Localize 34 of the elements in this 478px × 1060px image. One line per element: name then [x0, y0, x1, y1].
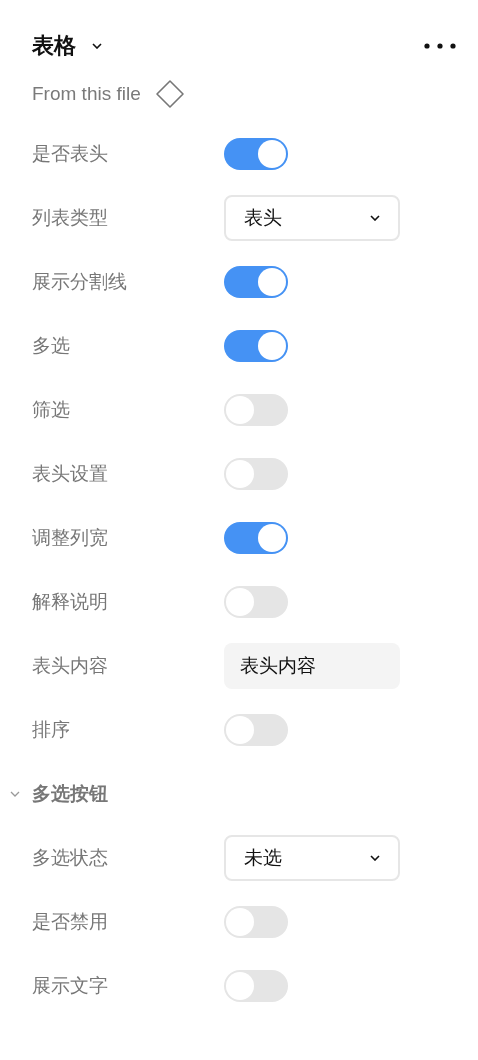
panel-title: 表格 — [32, 32, 76, 60]
toggle-switch[interactable] — [224, 330, 288, 362]
property-label: 调整列宽 — [32, 525, 109, 550]
property-label: 是否表头 — [32, 141, 109, 166]
toggle-switch[interactable] — [224, 586, 288, 618]
property-label: 多选 — [32, 333, 71, 358]
toggle-switch[interactable] — [224, 714, 288, 746]
component-icon — [154, 79, 185, 109]
toggle-switch[interactable] — [224, 138, 288, 170]
toggle-switch[interactable] — [224, 394, 288, 426]
toggle-switch[interactable] — [224, 906, 288, 938]
property-label: 展示文字 — [32, 973, 109, 998]
section-title[interactable]: 多选按钮 — [32, 781, 108, 807]
property-label: 列表类型 — [32, 205, 109, 230]
property-label: 多选状态 — [32, 845, 109, 870]
text-field[interactable]: 表头内容 — [224, 643, 400, 689]
more-icon[interactable] — [424, 43, 456, 49]
toggle-switch[interactable] — [224, 522, 288, 554]
property-label: 表头设置 — [32, 461, 109, 486]
chevron-down-icon[interactable] — [92, 43, 102, 49]
property-label: 筛选 — [32, 397, 71, 422]
property-label: 展示分割线 — [32, 269, 128, 294]
toggle-switch[interactable] — [224, 970, 288, 1002]
chevron-down-icon — [370, 215, 380, 221]
property-label: 解释说明 — [32, 589, 109, 614]
toggle-switch[interactable] — [224, 458, 288, 490]
dropdown[interactable]: 未选 — [224, 835, 400, 881]
property-label: 表头内容 — [32, 653, 109, 678]
property-label: 排序 — [32, 717, 71, 742]
chevron-down-icon — [370, 855, 380, 861]
source-label: From this file — [32, 83, 141, 105]
property-label: 是否禁用 — [32, 909, 109, 934]
dropdown[interactable]: 表头 — [224, 195, 400, 241]
toggle-switch[interactable] — [224, 266, 288, 298]
